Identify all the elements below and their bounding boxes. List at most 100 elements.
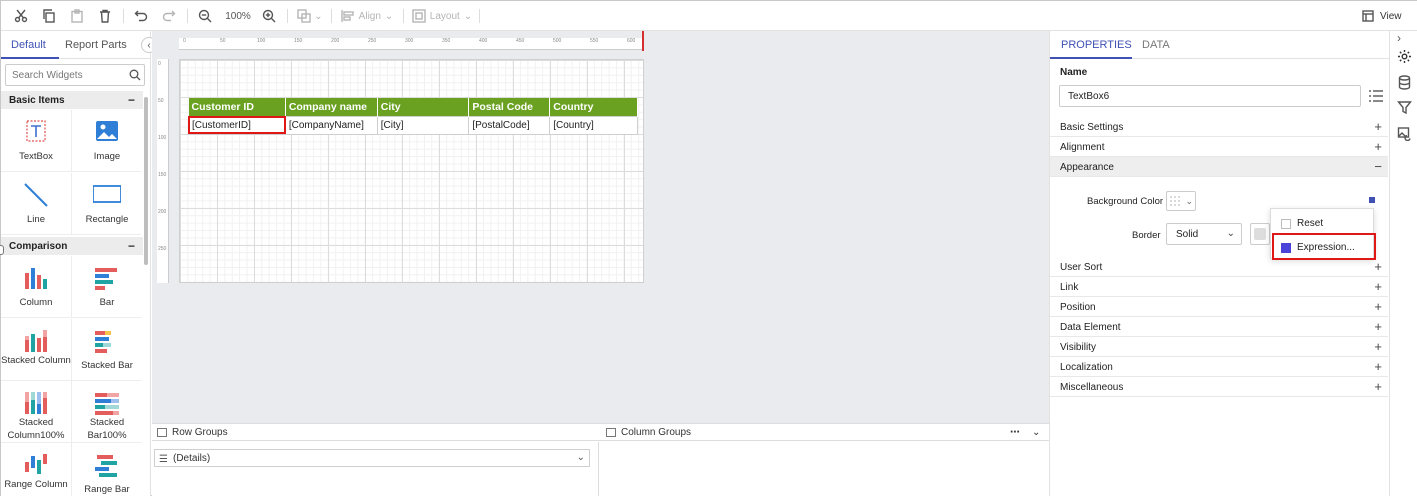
section-localization[interactable]: Localization + xyxy=(1050,357,1388,377)
table-header-cell[interactable]: Company name xyxy=(285,98,378,116)
arrange-icon xyxy=(297,9,311,23)
report-page[interactable]: Customer ID Company name City Postal Cod… xyxy=(179,59,644,283)
gear-icon[interactable] xyxy=(1397,49,1412,64)
ruler-tick-label: 350 xyxy=(442,38,451,44)
zoom-level[interactable]: 100% xyxy=(221,6,255,26)
border-style-select[interactable]: Solid ⌄ xyxy=(1166,223,1242,245)
section-alignment[interactable]: Alignment + xyxy=(1050,137,1388,157)
expand-icon: + xyxy=(1374,359,1382,374)
tab-report-parts[interactable]: Report Parts xyxy=(65,39,127,51)
widget-stacked-bar100[interactable]: Stacked Bar100% xyxy=(71,381,141,443)
widget-line[interactable]: Line xyxy=(1,173,71,235)
border-color-picker[interactable] xyxy=(1250,223,1270,245)
expand-icon: + xyxy=(1374,339,1382,354)
widget-label: Image xyxy=(93,151,121,162)
search-widgets-input[interactable] xyxy=(5,64,145,86)
widget-stacked-bar[interactable]: Stacked Bar xyxy=(71,319,141,381)
widget-image[interactable]: Image xyxy=(71,110,141,172)
layout-dropdown[interactable]: Layout ⌄ xyxy=(411,6,473,26)
groups-header: Row Groups Column Groups ⋯ ⌄ xyxy=(152,423,1049,441)
menu-item-reset[interactable]: Reset xyxy=(1271,213,1375,235)
row-group-details[interactable]: ☰ (Details) ⌄ xyxy=(154,449,590,467)
chevron-right-icon[interactable]: › xyxy=(1397,31,1412,46)
groups-body: ☰ (Details) ⌄ xyxy=(152,442,1049,496)
category-comparison[interactable]: Comparison − xyxy=(1,237,143,255)
menu-item-label: Reset xyxy=(1297,218,1324,229)
active-tab-indicator xyxy=(1050,57,1132,59)
widget-range-bar[interactable]: Range Bar xyxy=(71,443,141,496)
section-link[interactable]: Link + xyxy=(1050,277,1388,297)
widget-stacked-column[interactable]: Stacked Column xyxy=(1,319,71,381)
widget-stacked-column100[interactable]: Stacked Column100% xyxy=(1,381,71,443)
tab-default[interactable]: Default xyxy=(11,39,46,51)
collapse-icon[interactable]: − xyxy=(128,239,135,253)
table-cell[interactable]: [Country] xyxy=(549,115,638,135)
section-basic-settings[interactable]: Basic Settings + xyxy=(1050,117,1388,137)
widget-column[interactable]: Column xyxy=(1,256,71,318)
zoom-in-icon[interactable] xyxy=(259,6,279,26)
view-icon xyxy=(1362,10,1374,22)
section-position[interactable]: Position + xyxy=(1050,297,1388,317)
widget-bar[interactable]: Bar xyxy=(71,256,141,318)
section-appearance[interactable]: Appearance − xyxy=(1050,157,1388,177)
copy-icon[interactable] xyxy=(39,6,59,26)
properties-panel: PROPERTIES DATA Name Basic Settings + Ali… xyxy=(1049,31,1390,496)
database-icon[interactable] xyxy=(1397,75,1412,90)
widget-textbox[interactable]: TextBox xyxy=(1,110,71,172)
arrange-dropdown[interactable]: ⌄ xyxy=(295,6,325,26)
table-header-cell[interactable]: City xyxy=(377,98,470,116)
table-header-cell[interactable]: Country xyxy=(549,98,638,116)
chevron-down-icon: ⌄ xyxy=(1185,195,1193,206)
category-basic-items[interactable]: Basic Items − xyxy=(1,91,143,109)
background-color-label: Background Color xyxy=(1087,196,1164,207)
section-visibility[interactable]: Visibility + xyxy=(1050,337,1388,357)
widgets-tabs: Default Report Parts xyxy=(1,31,150,59)
name-field[interactable] xyxy=(1059,85,1361,107)
paste-icon[interactable] xyxy=(67,6,87,26)
more-options-icon[interactable]: ⋯ xyxy=(1010,427,1021,438)
ruler-tick-label: 500 xyxy=(553,38,562,44)
section-label: Data Element xyxy=(1060,322,1121,333)
table-header-row[interactable]: Customer ID Company name City Postal Cod… xyxy=(188,98,638,116)
section-label: User Sort xyxy=(1060,262,1103,273)
search-icon[interactable] xyxy=(129,69,141,81)
cut-icon[interactable] xyxy=(11,6,31,26)
section-label: Link xyxy=(1060,282,1079,293)
zoom-out-icon[interactable] xyxy=(195,6,215,26)
image-manager-icon[interactable] xyxy=(1397,126,1412,142)
widget-range-column[interactable]: Range Column xyxy=(1,443,71,496)
expression-indicator-icon[interactable] xyxy=(1369,197,1375,203)
table-header-cell[interactable]: Postal Code xyxy=(468,98,551,116)
collapse-groups-icon[interactable]: ⌄ xyxy=(1032,427,1040,438)
table-cell[interactable]: [PostalCode] xyxy=(468,115,551,135)
background-color-picker[interactable]: ⌄ xyxy=(1166,191,1196,211)
redo-icon[interactable] xyxy=(159,6,179,26)
expand-icon: + xyxy=(1374,319,1382,334)
widget-label: Range Bar xyxy=(84,484,130,495)
widgets-panel: Default Report Parts Basic Items − TextB… xyxy=(1,31,151,496)
section-data-element[interactable]: Data Element + xyxy=(1050,317,1388,337)
table-header-cell[interactable]: Customer ID xyxy=(188,98,286,116)
tab-data[interactable]: DATA xyxy=(1142,39,1170,51)
section-miscellaneous[interactable]: Miscellaneous + xyxy=(1050,377,1388,397)
tab-properties[interactable]: PROPERTIES xyxy=(1061,39,1132,51)
widgets-scrollbar[interactable] xyxy=(144,97,148,265)
view-button[interactable]: View xyxy=(1362,10,1402,22)
list-icon[interactable] xyxy=(1368,88,1384,104)
undo-icon[interactable] xyxy=(131,6,151,26)
widget-rectangle[interactable]: Rectangle xyxy=(71,173,141,235)
filter-icon[interactable] xyxy=(1397,100,1412,115)
align-dropdown[interactable]: Align ⌄ xyxy=(339,6,395,26)
section-user-sort[interactable]: User Sort + xyxy=(1050,257,1388,277)
resize-handle[interactable] xyxy=(0,245,4,255)
column-chart-icon xyxy=(25,268,47,289)
table-cell[interactable]: [CompanyName] xyxy=(284,115,378,135)
table-cell[interactable]: [City] xyxy=(376,115,470,135)
vertical-ruler: 0 50 100 150 200 250 xyxy=(157,59,169,283)
collapse-icon[interactable]: − xyxy=(128,93,135,107)
border-style-value: Solid xyxy=(1176,229,1199,240)
design-canvas[interactable]: 0 50 100 150 200 250 300 350 400 450 500 550 600 0 50… xyxy=(152,31,1049,423)
chevron-down-icon[interactable]: ⌄ xyxy=(577,452,585,463)
delete-icon[interactable] xyxy=(95,6,115,26)
ruler-tick-label: 200 xyxy=(158,209,167,215)
